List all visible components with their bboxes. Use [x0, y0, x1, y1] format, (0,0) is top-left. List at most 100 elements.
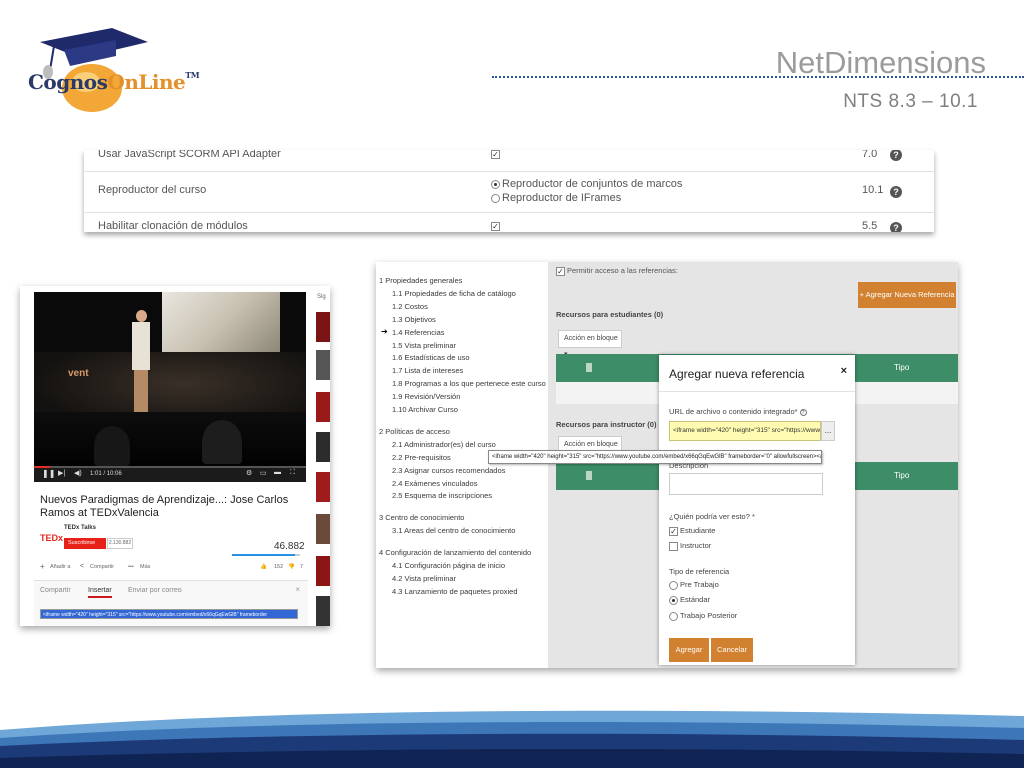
type-option-post[interactable]: Trabajo Posterior	[669, 611, 737, 621]
nav-item[interactable]: 2.3 Asignar cursos recomendados	[392, 466, 505, 475]
add-icon[interactable]: +	[40, 562, 45, 571]
select-all-checkbox[interactable]	[586, 471, 592, 480]
pause-icon[interactable]: ❚❚	[42, 469, 55, 478]
player-radio-frameset[interactable]	[491, 180, 500, 189]
visibility-option-student[interactable]: ✓ Estudiante	[669, 526, 715, 536]
channel-avatar[interactable]: TEDx	[40, 533, 63, 543]
share-icon[interactable]: <	[80, 563, 84, 570]
nav-item[interactable]: 4.3 Lanzamiento de paquetes proxied	[392, 587, 518, 596]
help-icon[interactable]: ?	[890, 222, 902, 232]
instructor-checkbox[interactable]	[669, 541, 678, 551]
student-checkbox[interactable]: ✓	[669, 526, 678, 536]
related-thumb[interactable]	[316, 392, 330, 422]
cancel-button[interactable]: Cancelar	[711, 638, 753, 662]
nav-item[interactable]: 2 Políticas de acceso	[379, 427, 450, 436]
nav-item[interactable]: 4.1 Configuración página de inicio	[392, 561, 505, 570]
bulk-action-select[interactable]: Acción en bloque ▾	[558, 330, 622, 358]
nav-item[interactable]: 3.1 Areas del centro de conocimiento	[392, 526, 515, 535]
header-divider	[492, 76, 1024, 78]
next-icon[interactable]: ▶|	[58, 469, 65, 477]
nav-item[interactable]: 1.1 Propiedades de ficha de catálogo	[392, 289, 516, 298]
nav-item[interactable]: 4.2 Vista preliminar	[392, 574, 456, 583]
video-controls: ❚❚ ▶| ◀) 1:01 / 10:06 ⚙ ▭ ▬ ⛶	[34, 468, 306, 482]
volume-icon[interactable]: ◀)	[74, 469, 82, 477]
tab-email[interactable]: Enviar por correo	[128, 587, 182, 594]
video-player[interactable]: vent	[34, 292, 306, 474]
nav-item[interactable]: 1.4 Referencias	[392, 328, 445, 337]
channel-name[interactable]: TEDx Talks	[64, 525, 96, 531]
nav-item[interactable]: 4 Configuración de lanzamiento del conte…	[379, 548, 531, 557]
url-input[interactable]: <iframe width="420" height="315" src="ht…	[669, 421, 821, 441]
col-tipo[interactable]: Tipo	[894, 471, 909, 480]
description-input[interactable]	[669, 473, 823, 495]
nav-item[interactable]: 1.9 Revisión/Versión	[392, 392, 460, 401]
setting-checkbox[interactable]: ✓	[491, 150, 500, 159]
instructor-label: Instructor	[680, 541, 712, 550]
setting-version: 10.1	[862, 184, 884, 196]
tab-share[interactable]: Compartir	[40, 587, 71, 594]
add-to-button[interactable]: Añadir a	[50, 564, 71, 570]
add-button[interactable]: Agregar	[669, 638, 709, 662]
player-option-frameset[interactable]: Reproductor de conjuntos de marcos	[502, 178, 682, 190]
type-option-standard[interactable]: Estándar	[669, 595, 710, 605]
info-icon[interactable]: ?	[799, 408, 807, 416]
post-work-radio[interactable]	[669, 611, 678, 621]
related-thumb[interactable]	[316, 432, 330, 462]
nav-item[interactable]: 1.8 Programas a los que pertenece este c…	[392, 379, 546, 388]
embed-code-field[interactable]: <iframe width="420" height="315" src="ht…	[40, 609, 298, 619]
setting-checkbox[interactable]: ✓	[491, 222, 500, 231]
nav-item[interactable]: 2.2 Pre-requisitos	[392, 453, 451, 462]
visibility-option-instructor[interactable]: Instructor	[669, 541, 711, 551]
close-icon[interactable]: ×	[295, 585, 300, 594]
nav-item[interactable]: 3 Centro de conocimiento	[379, 513, 464, 522]
browse-button[interactable]: ...	[821, 421, 835, 441]
subscribe-button[interactable]: Suscribirse	[64, 538, 106, 549]
nav-item[interactable]: 1.7 Lista de intereses	[392, 366, 463, 375]
subscriber-count: 2.130.882	[107, 538, 133, 549]
help-icon[interactable]: ?	[890, 150, 902, 161]
add-reference-button[interactable]: + Agregar Nueva Referencia	[858, 282, 956, 308]
nav-item[interactable]: 1 Propiedades generales	[379, 276, 462, 285]
current-item-arrow-icon: ➔	[381, 326, 388, 336]
related-thumb[interactable]	[316, 312, 330, 342]
nav-item[interactable]: 2.4 Exámenes vinculados	[392, 479, 477, 488]
youtube-screenshot: vent ❚❚ ▶| ◀) 1:01 / 10:06 ⚙ ▭ ▬ ⛶ Sig N…	[20, 286, 330, 626]
reference-type-label: Tipo de referencia	[669, 567, 730, 576]
tab-embed[interactable]: Insertar	[88, 587, 112, 598]
type-option-pre[interactable]: Pre Trabajo	[669, 580, 719, 590]
related-thumb[interactable]	[316, 556, 330, 586]
select-all-checkbox[interactable]	[586, 363, 592, 372]
dislike-icon[interactable]: 👎	[288, 564, 295, 570]
like-icon[interactable]: 👍	[260, 564, 267, 570]
nav-item[interactable]: 1.6 Estadísticas de uso	[392, 353, 470, 362]
related-thumb[interactable]	[316, 350, 330, 380]
nav-item[interactable]: 1.5 Vista preliminar	[392, 341, 456, 350]
captions-icon[interactable]: ▭	[260, 469, 267, 477]
standard-radio[interactable]	[669, 595, 678, 605]
pre-work-label: Pre Trabajo	[680, 580, 719, 589]
more-icon[interactable]: •••	[128, 564, 134, 570]
nav-item[interactable]: 1.10 Archivar Curso	[392, 405, 458, 414]
related-thumb[interactable]	[316, 596, 330, 626]
close-icon[interactable]: ×	[841, 365, 847, 377]
permit-access-row: ✓ Permitir acceso a las referencias:	[556, 266, 678, 276]
nav-item[interactable]: 1.2 Costos	[392, 302, 428, 311]
nav-item[interactable]: 1.3 Objetivos	[392, 315, 436, 324]
related-thumb[interactable]	[316, 514, 330, 544]
player-radio-iframe[interactable]	[491, 194, 500, 203]
nav-item[interactable]: 2.5 Esquema de inscripciones	[392, 491, 492, 500]
share-button[interactable]: Compartir	[90, 564, 114, 570]
theater-icon[interactable]: ▬	[274, 469, 281, 476]
help-icon[interactable]: ?	[890, 186, 902, 198]
nav-item[interactable]: 2.1 Administrador(es) del curso	[392, 440, 496, 449]
related-thumb[interactable]	[316, 472, 330, 502]
player-option-iframe[interactable]: Reproductor de IFrames	[502, 192, 621, 204]
video-title[interactable]: Nuevos Paradigmas de Aprendizaje...: Jos…	[40, 494, 300, 520]
video-time: 1:01 / 10:06	[90, 471, 122, 477]
fullscreen-icon[interactable]: ⛶	[290, 469, 295, 477]
settings-gear-icon[interactable]: ⚙	[246, 469, 252, 477]
pre-work-radio[interactable]	[669, 580, 678, 590]
col-tipo[interactable]: Tipo	[894, 363, 909, 372]
permit-access-checkbox[interactable]: ✓	[556, 266, 565, 276]
more-button[interactable]: Más	[140, 564, 150, 570]
